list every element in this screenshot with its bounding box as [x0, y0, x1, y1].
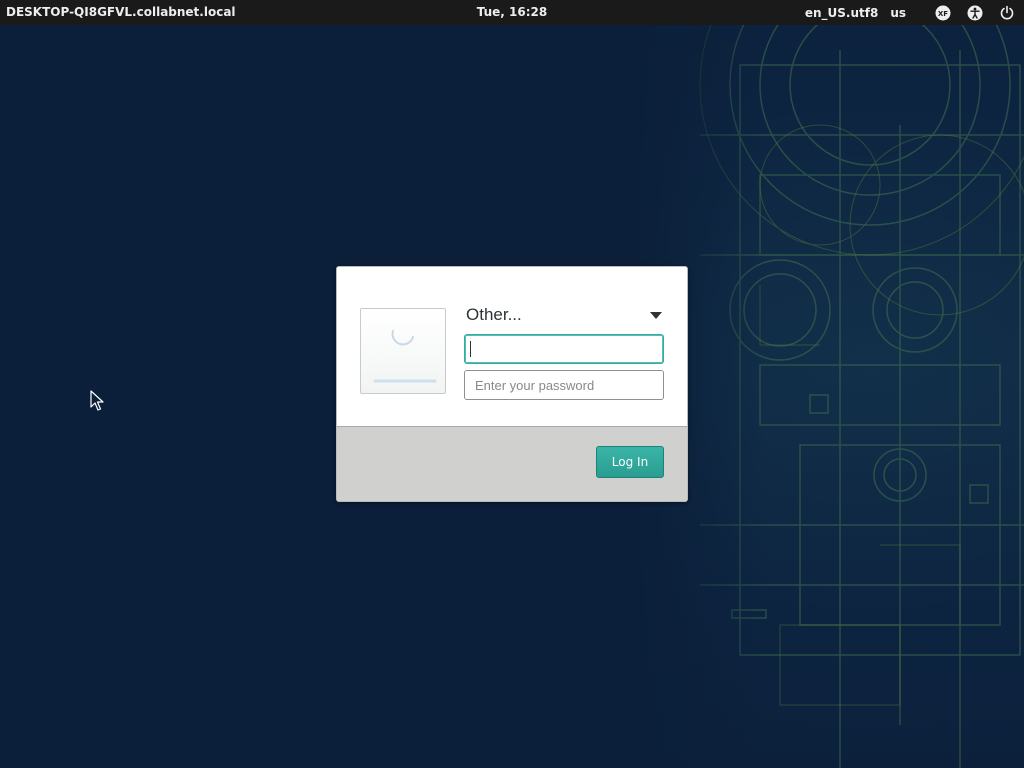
user-select-label: Other...	[466, 305, 522, 324]
login-button[interactable]: Log In	[596, 446, 664, 478]
clock-label[interactable]: Tue, 16:28	[477, 5, 547, 19]
power-icon[interactable]	[998, 4, 1016, 22]
svg-text:XF: XF	[938, 10, 948, 18]
chevron-down-icon	[650, 311, 662, 319]
hostname-label: DESKTOP-QI8GFVL.collabnet.local	[6, 5, 236, 19]
login-dialog-footer: Log In	[337, 426, 687, 501]
text-caret	[470, 341, 471, 357]
password-input[interactable]	[464, 370, 664, 400]
user-avatar	[360, 308, 446, 394]
locale-label[interactable]: en_US.utf8	[805, 6, 878, 20]
login-dialog: Other... Log In	[336, 266, 688, 502]
top-bar: DESKTOP-QI8GFVL.collabnet.local Tue, 16:…	[0, 0, 1024, 25]
keyboard-layout-label[interactable]: us	[890, 6, 906, 20]
accessibility-icon[interactable]	[966, 4, 984, 22]
system-tray: en_US.utf8 us XF	[805, 3, 1016, 22]
keyboard-layout-icon[interactable]: XF	[934, 4, 952, 22]
login-dialog-body: Other...	[337, 267, 687, 426]
user-select-dropdown[interactable]: Other...	[466, 303, 664, 327]
loading-spinner-icon	[373, 330, 437, 383]
username-input[interactable]	[464, 334, 664, 364]
mouse-pointer-icon	[90, 390, 104, 411]
